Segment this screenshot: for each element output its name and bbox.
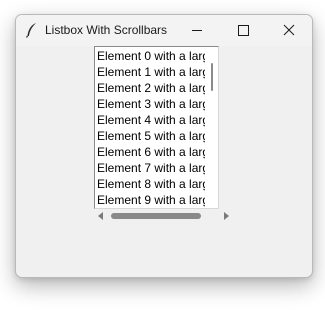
title-bar[interactable]: Listbox With Scrollbars [16, 15, 312, 46]
list-item[interactable]: Element 1 with a large text [97, 64, 205, 80]
list-item[interactable]: Element 6 with a large text [97, 144, 205, 160]
close-icon [283, 24, 295, 36]
minimize-icon [192, 30, 202, 31]
window-title: Listbox With Scrollbars [45, 23, 168, 37]
list-item[interactable]: Element 4 with a large text [97, 112, 205, 128]
app-window: Listbox With Scrollbars Element 0 with a… [15, 14, 313, 278]
list-item[interactable]: Element 2 with a large text [97, 80, 205, 96]
minimize-button[interactable] [174, 15, 220, 46]
list-item[interactable]: Element 8 with a large text [97, 176, 205, 192]
scroll-left-arrow-icon[interactable] [98, 212, 103, 220]
list-item[interactable]: Element 5 with a large text [97, 128, 205, 144]
list-item[interactable]: Element 9 with a large text [97, 192, 205, 208]
list-item[interactable]: Element 0 with a large text [97, 48, 205, 64]
list-item[interactable]: Element 3 with a large text [97, 96, 205, 112]
vertical-scrollbar-thumb[interactable] [211, 63, 213, 91]
feather-icon [25, 22, 39, 38]
listbox-items: Element 0 with a large text Element 1 wi… [97, 48, 205, 208]
scroll-right-arrow-icon[interactable] [224, 212, 229, 220]
vertical-scrollbar[interactable] [207, 47, 217, 208]
maximize-button[interactable] [220, 15, 266, 46]
maximize-icon [238, 25, 249, 36]
close-button[interactable] [266, 15, 312, 46]
list-item[interactable]: Element 7 with a large text [97, 160, 205, 176]
listbox[interactable]: Element 0 with a large text Element 1 wi… [94, 46, 219, 209]
horizontal-scrollbar[interactable] [94, 209, 232, 223]
horizontal-scrollbar-thumb[interactable] [111, 213, 201, 219]
